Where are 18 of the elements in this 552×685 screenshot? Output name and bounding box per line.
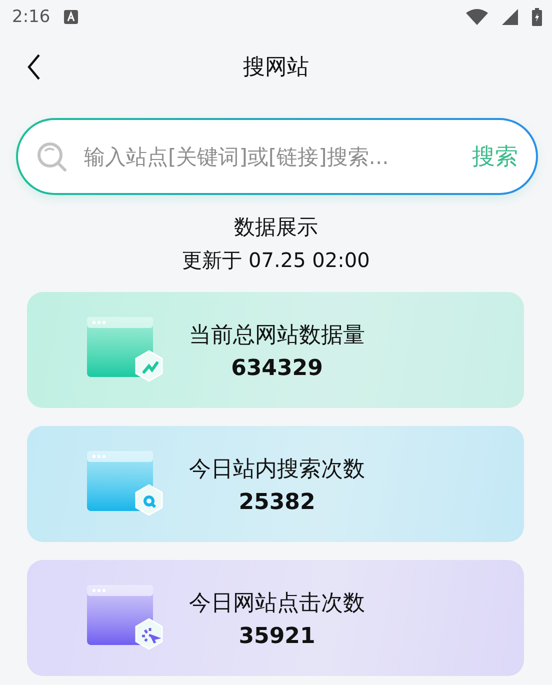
stat-value: 35921 bbox=[238, 624, 316, 648]
signal-icon bbox=[502, 9, 518, 25]
page-title: 搜网站 bbox=[243, 54, 309, 82]
stat-label: 当前总网站数据量 bbox=[189, 322, 365, 350]
status-time: 2:16 bbox=[12, 7, 50, 27]
search-button[interactable]: 搜索 bbox=[472, 141, 518, 172]
update-time: 更新于 07.25 02:00 bbox=[182, 247, 370, 274]
search-icon bbox=[36, 140, 68, 172]
battery-icon bbox=[532, 8, 542, 26]
stat-label: 今日站内搜索次数 bbox=[189, 456, 365, 484]
stat-label: 今日网站点击次数 bbox=[189, 590, 365, 618]
notification-icon bbox=[64, 10, 78, 24]
wifi-icon bbox=[466, 9, 488, 25]
stat-value: 25382 bbox=[238, 490, 316, 514]
stat-value: 634329 bbox=[231, 356, 323, 380]
section-title: 数据展示 bbox=[234, 214, 318, 241]
search-field[interactable]: 输入站点[关键词]或[链接]搜索... 搜索 bbox=[16, 118, 538, 195]
back-icon bbox=[27, 54, 41, 80]
